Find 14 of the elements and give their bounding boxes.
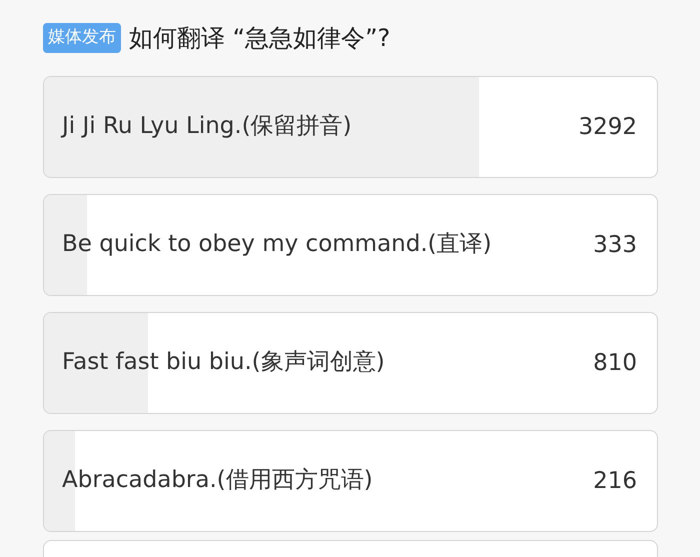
option-label: Fast fast biu biu.(象声词创意)	[62, 348, 385, 378]
vote-count: 3292	[578, 112, 637, 142]
vote-count: 810	[593, 348, 637, 378]
option-label: Ji Ji Ru Lyu Ling.(保留拼音)	[62, 112, 352, 142]
vote-count: 216	[593, 466, 637, 496]
poll-question: 如何翻译 “急急如律令”?	[129, 23, 390, 54]
option-label: Be quick to obey my command.(直译)	[62, 230, 492, 260]
poll-option[interactable]: Fast fast biu biu.(象声词创意) 810	[43, 312, 658, 414]
poll-option[interactable]: Be quick to obey my command.(直译) 333	[43, 194, 658, 296]
option-label: Abracadabra.(借用西方咒语)	[62, 466, 373, 496]
media-tag: 媒体发布	[43, 23, 121, 53]
vote-count: 333	[593, 230, 637, 260]
poll-option[interactable]: Ji Ji Ru Lyu Ling.(保留拼音) 3292	[43, 76, 658, 178]
poll-option[interactable]: Abracadabra.(借用西方咒语) 216	[43, 430, 658, 532]
